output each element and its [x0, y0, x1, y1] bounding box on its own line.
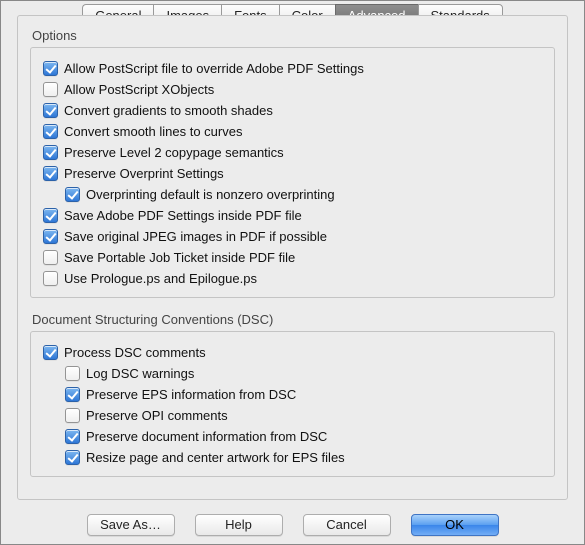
cb-preserve-opi-comments[interactable] — [65, 408, 80, 423]
save-as-button[interactable]: Save As… — [87, 514, 175, 536]
lbl-preserve-eps-info: Preserve EPS information from DSC — [86, 387, 296, 402]
lbl-allow-ps-xobjects: Allow PostScript XObjects — [64, 82, 214, 97]
cb-save-pdf-settings[interactable] — [43, 208, 58, 223]
lbl-convert-smooth-lines: Convert smooth lines to curves — [64, 124, 242, 139]
lbl-preserve-overprint: Preserve Overprint Settings — [64, 166, 224, 181]
lbl-convert-gradients: Convert gradients to smooth shades — [64, 103, 273, 118]
lbl-preserve-opi-comments: Preserve OPI comments — [86, 408, 228, 423]
cb-convert-gradients[interactable] — [43, 103, 58, 118]
lbl-save-portable-job-ticket: Save Portable Job Ticket inside PDF file — [64, 250, 295, 265]
advanced-pane: Options Allow PostScript file to overrid… — [17, 15, 568, 500]
cb-allow-ps-xobjects[interactable] — [43, 82, 58, 97]
cb-save-original-jpeg[interactable] — [43, 229, 58, 244]
lbl-overprint-default: Overprinting default is nonzero overprin… — [86, 187, 335, 202]
cb-preserve-eps-info[interactable] — [65, 387, 80, 402]
cb-preserve-overprint[interactable] — [43, 166, 58, 181]
options-group: Allow PostScript file to override Adobe … — [30, 47, 555, 298]
cb-preserve-doc-info[interactable] — [65, 429, 80, 444]
cb-convert-smooth-lines[interactable] — [43, 124, 58, 139]
dsc-title: Document Structuring Conventions (DSC) — [32, 312, 555, 327]
lbl-save-original-jpeg: Save original JPEG images in PDF if poss… — [64, 229, 327, 244]
cb-preserve-level2[interactable] — [43, 145, 58, 160]
cb-overprint-default[interactable] — [65, 187, 80, 202]
cancel-button[interactable]: Cancel — [303, 514, 391, 536]
lbl-preserve-level2: Preserve Level 2 copypage semantics — [64, 145, 284, 160]
lbl-use-prologue-epilogue: Use Prologue.ps and Epilogue.ps — [64, 271, 257, 286]
options-title: Options — [32, 28, 555, 43]
cb-allow-ps-override[interactable] — [43, 61, 58, 76]
cb-use-prologue-epilogue[interactable] — [43, 271, 58, 286]
lbl-log-dsc-warnings: Log DSC warnings — [86, 366, 194, 381]
cb-resize-page-center[interactable] — [65, 450, 80, 465]
cb-save-portable-job-ticket[interactable] — [43, 250, 58, 265]
help-button[interactable]: Help — [195, 514, 283, 536]
cb-process-dsc[interactable] — [43, 345, 58, 360]
lbl-allow-ps-override: Allow PostScript file to override Adobe … — [64, 61, 364, 76]
lbl-process-dsc: Process DSC comments — [64, 345, 206, 360]
settings-window: General Images Fonts Color Advanced Stan… — [0, 0, 585, 545]
cb-log-dsc-warnings[interactable] — [65, 366, 80, 381]
dsc-group: Process DSC comments Log DSC warnings Pr… — [30, 331, 555, 477]
lbl-preserve-doc-info: Preserve document information from DSC — [86, 429, 327, 444]
ok-button[interactable]: OK — [411, 514, 499, 536]
lbl-save-pdf-settings: Save Adobe PDF Settings inside PDF file — [64, 208, 302, 223]
footer-buttons: Save As… Help Cancel OK — [1, 514, 584, 536]
lbl-resize-page-center: Resize page and center artwork for EPS f… — [86, 450, 345, 465]
